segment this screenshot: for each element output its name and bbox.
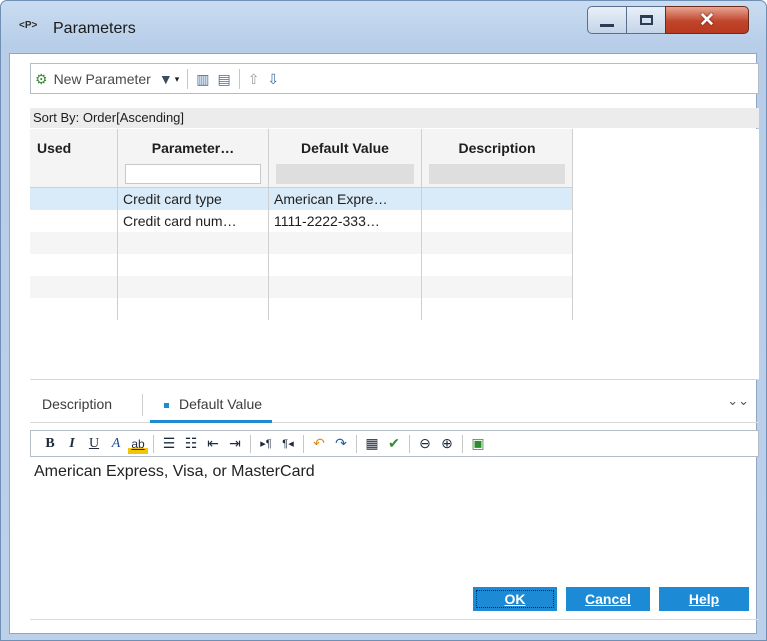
ltr-icon[interactable]: ▸¶ [256, 434, 276, 454]
font-color-icon[interactable]: A [106, 434, 126, 454]
column-header-parameter[interactable]: Parameter… [117, 129, 269, 188]
toolbar-separator [238, 68, 240, 89]
column-header-label: Default Value [301, 140, 389, 156]
edit-icon: ▤ [217, 70, 231, 87]
select-columns-button[interactable]: ▥ [192, 68, 213, 90]
table-row[interactable]: Credit card type American Expre… [30, 187, 573, 210]
new-parameter-label: New Parameter [53, 70, 151, 87]
empty-row [30, 298, 573, 320]
active-tab-marker [164, 402, 169, 408]
zoom-in-icon[interactable]: ⊕ [437, 434, 457, 454]
used-cell [30, 187, 118, 210]
tab-default-value[interactable]: Default Value [150, 387, 273, 423]
empty-row [30, 254, 573, 276]
help-button[interactable]: Help [659, 587, 749, 611]
spell-check-icon[interactable]: ✔ [384, 434, 404, 454]
description-cell [421, 210, 573, 232]
maximize-icon [639, 15, 653, 25]
edit-button[interactable]: ▤ [213, 68, 234, 90]
description-filter-input [429, 164, 565, 184]
cancel-button[interactable]: Cancel [566, 587, 650, 611]
window-title: Parameters [53, 20, 136, 37]
dialog-client-area: ⚙ New Parameter ▼ ▾ ▥ ▤ ⇧ ⇩ Sort By: Ord… [9, 53, 759, 634]
increase-indent-icon[interactable]: ⇥ [225, 434, 245, 454]
zoom-out-icon[interactable]: ⊖ [415, 434, 435, 454]
filter-button[interactable]: ▼ ▾ [155, 68, 183, 90]
italic-icon[interactable]: I [62, 434, 82, 454]
column-header-label: Parameter… [151, 140, 235, 156]
tab-description[interactable]: Description [42, 387, 112, 422]
parameter-name-cell: Credit card num… [117, 210, 269, 232]
toolbar-separator [250, 434, 251, 453]
table-row[interactable]: Credit card num… 1111-2222-333… [30, 210, 573, 232]
parameters-app-icon: <P> [19, 20, 38, 31]
decrease-indent-icon[interactable]: ⇤ [203, 434, 223, 454]
new-parameter-button[interactable]: ⚙ New Parameter [31, 68, 155, 90]
collapse-panel-icon[interactable]: ⌄⌄ [727, 393, 749, 409]
dialog-window: <P> Parameters ✕ ⚙ New Parameter ▼ ▾ ▥ ▤ [0, 0, 767, 641]
toolbar-separator [462, 434, 463, 453]
numbered-list-icon[interactable]: ☷ [181, 434, 201, 454]
tab-separator [142, 394, 143, 416]
empty-row [30, 232, 573, 254]
toolbar-separator [409, 434, 410, 453]
minimize-button[interactable] [587, 6, 627, 34]
default-value-cell: American Expre… [268, 187, 422, 210]
column-header-description[interactable]: Description [421, 129, 573, 188]
parameter-filter-input[interactable] [125, 164, 261, 184]
tab-default-value-label: Default Value [179, 396, 263, 412]
maximize-button[interactable] [626, 6, 666, 34]
minimize-icon [600, 23, 614, 27]
new-parameter-icon: ⚙ [35, 70, 48, 87]
toolbar-separator [303, 434, 304, 453]
description-cell [421, 187, 573, 210]
move-down-icon: ⇩ [267, 70, 280, 87]
empty-row [30, 276, 573, 298]
column-header-label: Used [37, 140, 72, 156]
format-toolbar: B I U A ab ☰ ☷ ⇤ ⇥ ▸¶ ¶◂ ↶ ↷ ▦ ✔ ⊖ ⊕ ▣ [30, 430, 759, 457]
fullscreen-icon[interactable]: ▣ [468, 434, 488, 454]
title-bar[interactable]: <P> Parameters ✕ [1, 1, 766, 53]
column-header-default-value[interactable]: Default Value [268, 129, 422, 188]
toolbar-separator [153, 434, 154, 453]
redo-icon[interactable]: ↷ [331, 434, 351, 454]
parameters-toolbar: ⚙ New Parameter ▼ ▾ ▥ ▤ ⇧ ⇩ [30, 63, 759, 94]
bulleted-list-icon[interactable]: ☰ [159, 434, 179, 454]
undo-icon[interactable]: ↶ [309, 434, 329, 454]
parameter-name-cell: Credit card type [117, 187, 269, 210]
select-columns-icon: ▥ [196, 70, 210, 87]
footer-divider [30, 619, 759, 620]
ok-button[interactable]: OK [473, 587, 557, 611]
close-button[interactable]: ✕ [665, 6, 749, 34]
sort-by-label: Sort By: Order[Ascending] [30, 108, 759, 128]
column-header-label: Description [458, 140, 536, 156]
table-icon[interactable]: ▦ [362, 434, 382, 454]
move-up-icon: ⇧ [247, 70, 260, 87]
dropdown-icon: ▾ [174, 73, 180, 84]
move-up-button[interactable]: ⇧ [244, 68, 264, 90]
default-value-filter-input [276, 164, 414, 184]
details-tabs: Description Default Value ⌄⌄ [30, 387, 759, 423]
highlight-icon[interactable]: ab [128, 433, 148, 454]
close-icon: ✕ [699, 9, 715, 31]
default-value-cell: 1111-2222-333… [268, 210, 422, 232]
toolbar-separator [356, 434, 357, 453]
column-header-used[interactable]: Used [30, 129, 118, 188]
underline-icon[interactable]: U [84, 434, 104, 454]
used-cell [30, 210, 118, 232]
rtl-icon[interactable]: ¶◂ [278, 434, 298, 454]
bold-icon[interactable]: B [40, 434, 60, 454]
toolbar-separator [187, 68, 189, 89]
move-down-button[interactable]: ⇩ [263, 68, 283, 90]
parameters-grid: Used Parameter… Default Value Descriptio… [30, 129, 759, 380]
filter-icon: ▼ [158, 70, 173, 87]
